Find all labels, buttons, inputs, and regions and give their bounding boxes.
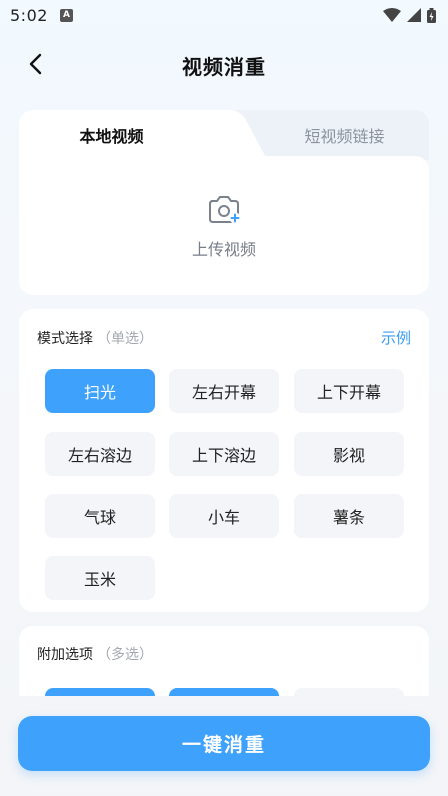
mode-option-label: 上下溶边 (191, 446, 256, 465)
wifi-icon (383, 8, 401, 22)
tab-local-video[interactable]: 本地视频 (19, 110, 234, 160)
mode-option[interactable]: 上下开幕 (294, 369, 404, 413)
mode-option-label: 薯条 (332, 508, 365, 527)
mode-option[interactable]: 气球 (45, 494, 155, 538)
extra-card-header: 附加选项 （多选） (37, 644, 411, 664)
extra-hint: （多选） (97, 647, 153, 663)
mode-option-label: 左右溶边 (67, 446, 132, 465)
upload-area[interactable]: 上传视频 (19, 156, 429, 295)
mode-option[interactable]: 上下溶边 (169, 432, 279, 476)
upload-card: 本地视频 短视频链接 上传视频 (19, 110, 429, 295)
upload-video-label: 上传视频 (191, 240, 256, 259)
page-title: 视频消重 (182, 54, 266, 79)
mode-option[interactable]: 影视 (294, 432, 404, 476)
example-link[interactable]: 示例 (381, 327, 411, 348)
battery-icon (427, 7, 436, 23)
signal-icon (407, 8, 421, 22)
mode-option-label: 扫光 (83, 383, 116, 402)
nav-bar: 视频消重 (0, 40, 448, 90)
mode-option[interactable]: 小车 (169, 494, 279, 538)
mode-title: 模式选择 (37, 330, 93, 347)
mode-selection-card: 模式选择 （单选） 示例 扫光 左右开幕 上下开幕 左右溶边 上下溶边 影视 气… (19, 309, 429, 612)
mode-option-label: 影视 (332, 446, 365, 465)
mode-option[interactable]: 左右开幕 (169, 369, 279, 413)
mode-option-label: 气球 (83, 508, 116, 527)
notification-icon: A (59, 8, 73, 22)
chevron-left-icon (29, 53, 42, 75)
dedupe-button-label: 一键消重 (181, 734, 266, 756)
mode-option[interactable]: 玉米 (45, 556, 155, 600)
camera-add-icon (209, 196, 241, 224)
status-icons (383, 7, 436, 23)
mode-option[interactable]: 扫光 (45, 369, 155, 413)
dedupe-button[interactable]: 一键消重 (18, 716, 430, 771)
extra-title: 附加选项 (37, 647, 93, 663)
mode-option[interactable]: 左右溶边 (45, 432, 155, 476)
mode-option-label: 玉米 (83, 570, 116, 589)
mode-option-label: 上下开幕 (316, 383, 381, 402)
tab-label: 短视频链接 (304, 127, 385, 146)
mode-option-label: 左右开幕 (191, 383, 256, 402)
mode-option-label: 小车 (207, 508, 240, 527)
tab-label: 本地视频 (79, 127, 144, 146)
back-button[interactable] (20, 49, 50, 79)
mode-hint: （单选） (97, 330, 153, 347)
status-bar: 5:02 A (0, 0, 448, 30)
status-time: 5:02 (10, 5, 48, 25)
mode-option[interactable]: 薯条 (294, 494, 404, 538)
mode-card-header: 模式选择 （单选） 示例 (37, 327, 411, 348)
